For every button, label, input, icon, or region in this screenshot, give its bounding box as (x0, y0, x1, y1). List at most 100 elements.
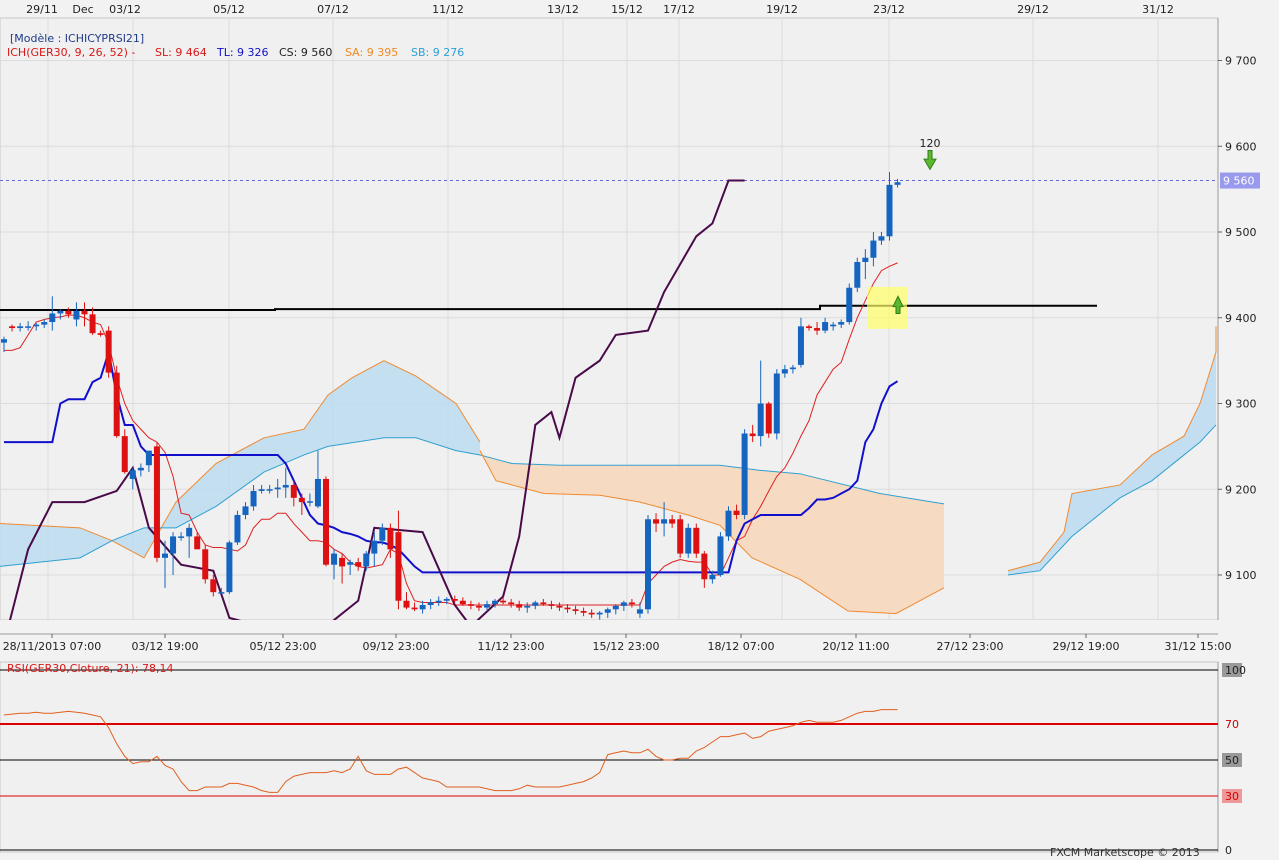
candle-body[interactable] (323, 478, 329, 565)
trading-chart[interactable]: 29/11 Dec 03/12 05/12 07/12 11/12 13/12 15/12 17… (0, 0, 1279, 860)
candle-body[interactable] (894, 182, 901, 185)
candle-body[interactable] (258, 489, 265, 491)
candle-body[interactable] (49, 313, 56, 323)
candle-body[interactable] (443, 599, 450, 601)
candle-body[interactable] (653, 519, 660, 524)
candle-body[interactable] (830, 324, 837, 327)
candle-body[interactable] (806, 326, 812, 329)
candle-body[interactable] (862, 257, 869, 263)
candle-body[interactable] (153, 446, 160, 558)
candle-body[interactable] (170, 536, 177, 554)
candle-body[interactable] (548, 604, 555, 606)
candle-body[interactable] (137, 467, 144, 471)
candle-body[interactable] (81, 310, 88, 315)
candle-body[interactable] (838, 322, 845, 325)
candle-body[interactable] (765, 403, 772, 434)
candle-body[interactable] (620, 602, 627, 606)
candle-body[interactable] (741, 433, 748, 515)
candle-body[interactable] (572, 609, 579, 612)
chart-canvas[interactable]: 29/11 Dec 03/12 05/12 07/12 11/12 13/12 15/12 17… (0, 0, 1279, 860)
candle-body[interactable] (1, 339, 7, 343)
candle-body[interactable] (363, 553, 370, 567)
candle-body[interactable] (105, 330, 112, 373)
candle-body[interactable] (886, 184, 893, 237)
candle-body[interactable] (451, 599, 458, 601)
candle-body[interactable] (508, 602, 515, 605)
candle-body[interactable] (677, 519, 684, 554)
candle-body[interactable] (226, 542, 233, 593)
candle-body[interactable] (492, 600, 499, 605)
candle-body[interactable] (693, 527, 700, 554)
candle-body[interactable] (556, 605, 563, 608)
candle-body[interactable] (612, 605, 619, 610)
candle-body[interactable] (33, 324, 40, 327)
candle-body[interactable] (773, 373, 780, 434)
candle-body[interactable] (371, 540, 378, 554)
candle-body[interactable] (636, 609, 643, 614)
candle-body[interactable] (797, 326, 804, 365)
candle-body[interactable] (789, 367, 796, 370)
candle-body[interactable] (814, 328, 821, 331)
candle-body[interactable] (596, 612, 603, 615)
candle-body[interactable] (65, 310, 72, 315)
candle-body[interactable] (162, 553, 168, 558)
candle-body[interactable] (113, 372, 120, 437)
candle-body[interactable] (701, 553, 708, 580)
candle-body[interactable] (733, 510, 740, 515)
candle-body[interactable] (290, 484, 297, 498)
candle-body[interactable] (331, 553, 338, 565)
candle-body[interactable] (870, 240, 877, 258)
candle-body[interactable] (403, 600, 410, 608)
candle-body[interactable] (878, 236, 885, 241)
candle-body[interactable] (532, 602, 539, 606)
candle-body[interactable] (25, 326, 32, 328)
candle-body[interactable] (379, 527, 386, 541)
candle-body[interactable] (387, 527, 394, 550)
candle-body[interactable] (186, 527, 193, 537)
candle-body[interactable] (516, 604, 523, 608)
candle-body[interactable] (41, 322, 48, 325)
candle-body[interactable] (757, 403, 764, 437)
candle-body[interactable] (306, 501, 313, 503)
candle-body[interactable] (645, 519, 651, 610)
candle-body[interactable] (129, 470, 136, 479)
candle-body[interactable] (250, 490, 257, 507)
candle-body[interactable] (97, 333, 104, 335)
candle-body[interactable] (459, 600, 466, 605)
candle-body[interactable] (419, 605, 426, 610)
candle-body[interactable] (339, 557, 346, 567)
candle-body[interactable] (475, 605, 482, 608)
candle-body[interactable] (234, 514, 241, 543)
candle-body[interactable] (467, 604, 474, 606)
candle-body[interactable] (266, 489, 273, 491)
candle-body[interactable] (564, 607, 571, 610)
candle-body[interactable] (395, 532, 402, 601)
candle-body[interactable] (580, 611, 587, 613)
candle-body[interactable] (749, 433, 756, 437)
candle-body[interactable] (202, 549, 209, 580)
candle-body[interactable] (9, 326, 16, 329)
candle-body[interactable] (540, 602, 547, 605)
candle-body[interactable] (282, 484, 289, 488)
candle-body[interactable] (709, 575, 716, 580)
candle-body[interactable] (484, 604, 490, 608)
candle-body[interactable] (661, 519, 668, 524)
candle-body[interactable] (725, 510, 732, 537)
candle-body[interactable] (500, 600, 507, 603)
candle-body[interactable] (604, 609, 611, 613)
candle-body[interactable] (435, 600, 442, 603)
candle-body[interactable] (669, 519, 676, 524)
candle-body[interactable] (846, 287, 853, 323)
candle-body[interactable] (628, 602, 635, 605)
candle-body[interactable] (194, 536, 201, 550)
candle-body[interactable] (210, 579, 217, 593)
candle-body[interactable] (298, 497, 305, 503)
candle-body[interactable] (178, 536, 185, 538)
candle-body[interactable] (89, 314, 96, 334)
candle-body[interactable] (781, 369, 788, 374)
candle-body[interactable] (57, 310, 64, 314)
candle-body[interactable] (121, 436, 128, 473)
candle-body[interactable] (685, 527, 692, 554)
candle-body[interactable] (347, 562, 354, 565)
candle-body[interactable] (427, 602, 434, 606)
